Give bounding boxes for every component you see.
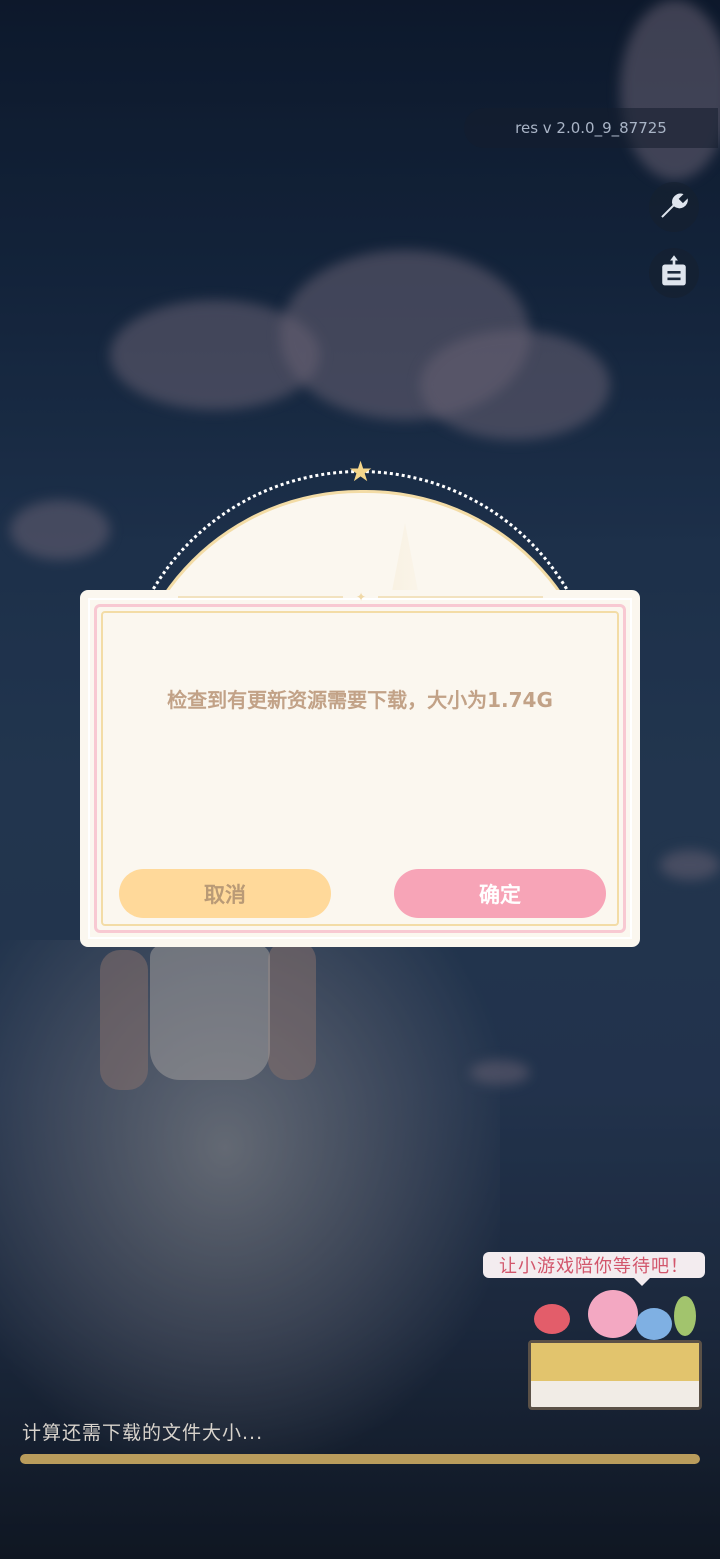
title-divider-left [178,596,343,598]
update-dialog: ★ ✦ 检查到有更新资源需要下载，大小为1.74G 取消 确定 [80,458,640,947]
version-label: res v 2.0.0_9_87725 [464,108,718,148]
loading-status-text: 计算还需下载的文件大小... [22,1422,264,1444]
bow-icon [636,1308,672,1340]
cancel-button[interactable]: 取消 [119,869,331,918]
diamond-icon: ✦ [356,590,367,604]
loading-progress-fill [20,1454,700,1464]
confirm-button[interactable]: 确定 [394,869,606,918]
wrench-icon [657,188,691,226]
loading-progress-bar [20,1454,700,1464]
minigame-basket-button[interactable] [528,1290,702,1410]
star-icon: ★ [348,455,374,488]
notice-board-icon [658,254,690,292]
flower-icon [588,1290,638,1338]
basket-icon [528,1340,702,1410]
dialog-message: 检查到有更新资源需要下载，大小为1.74G [167,688,553,712]
leaf-icon [674,1296,696,1336]
settings-tool-button[interactable] [649,182,699,232]
heart-icon [534,1304,570,1334]
notice-button[interactable] [649,248,699,298]
minigame-prompt[interactable]: 让小游戏陪你等待吧！ [483,1252,705,1286]
title-divider-right [378,596,543,598]
